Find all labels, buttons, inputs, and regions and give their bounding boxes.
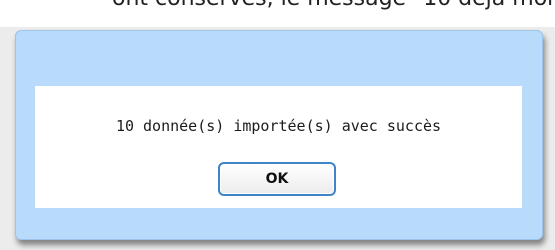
background-page-text: ont conservés, le message "10 déjà moné.… (112, 0, 555, 11)
alert-dialog: 10 donnée(s) importée(s) avec succès OK (15, 30, 543, 240)
background-page-strip: ont conservés, le message "10 déjà moné.… (0, 0, 555, 27)
ok-button[interactable]: OK (218, 162, 336, 196)
dialog-body: 10 donnée(s) importée(s) avec succès OK (35, 86, 522, 208)
dialog-message: 10 donnée(s) importée(s) avec succès (115, 117, 442, 135)
